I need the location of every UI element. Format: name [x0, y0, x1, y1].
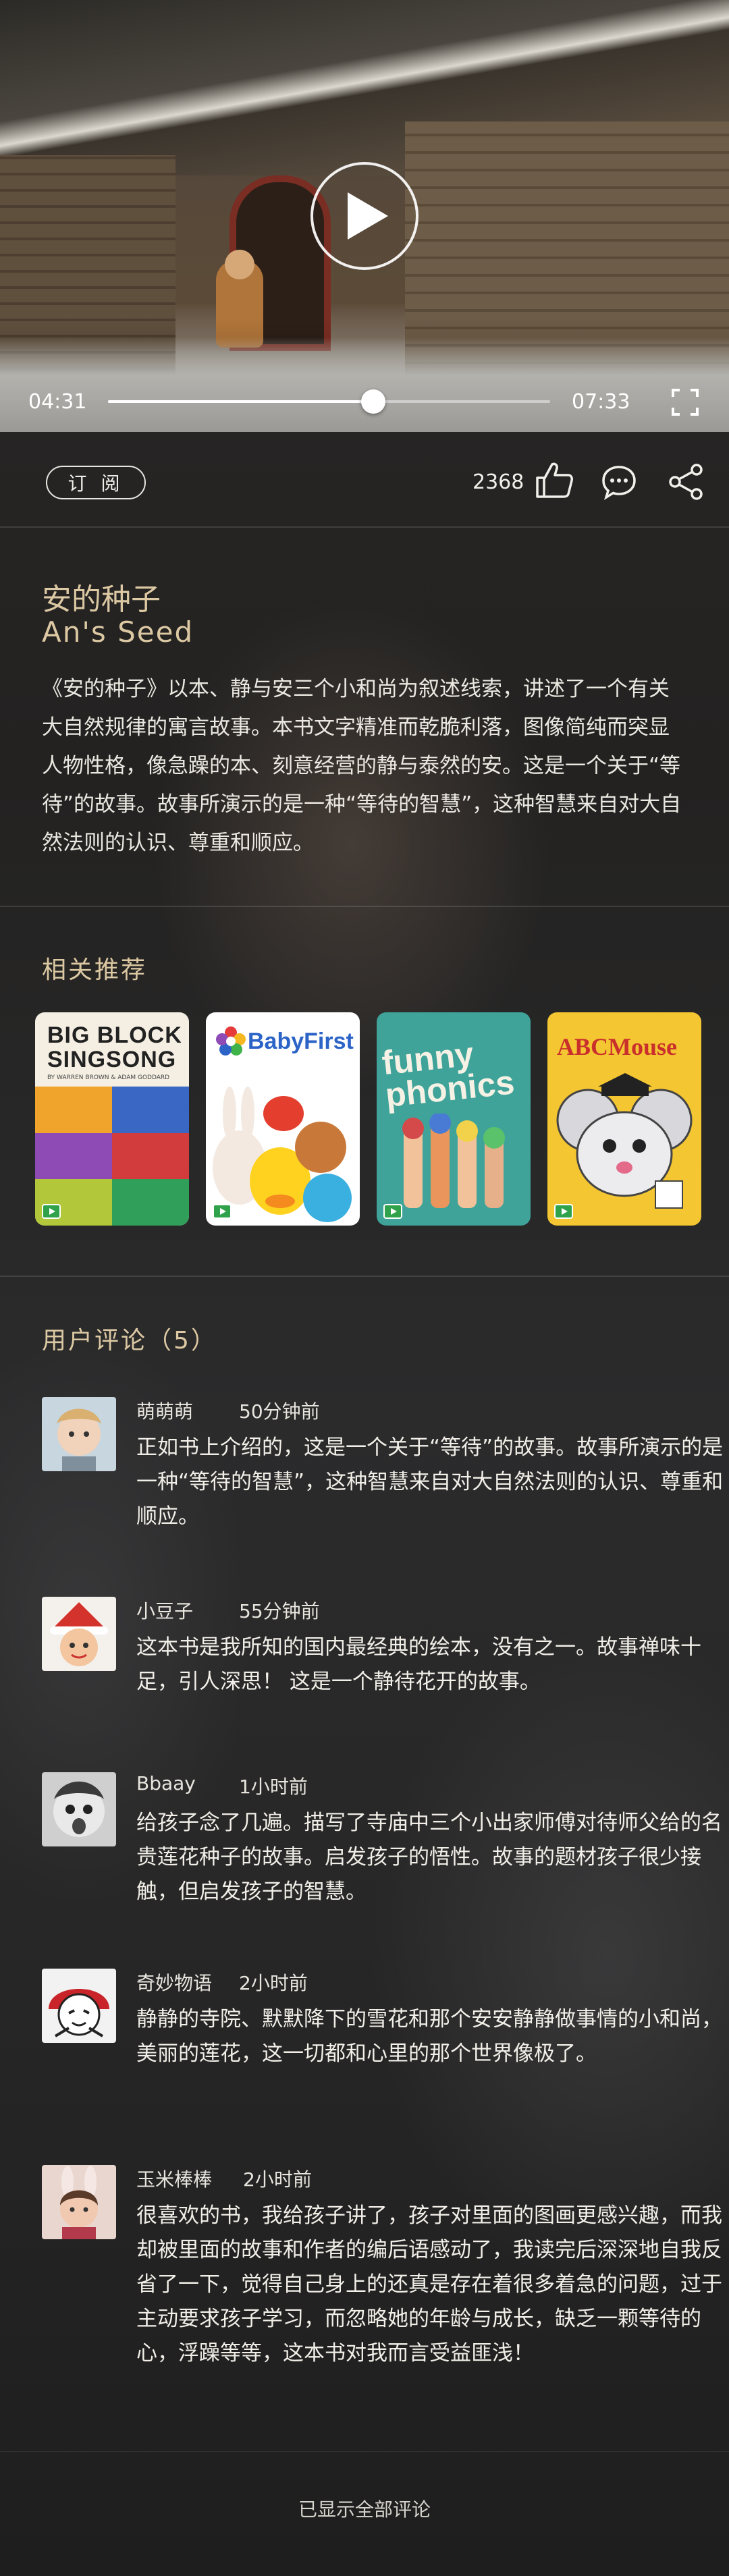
progress-bar[interactable]	[108, 389, 550, 414]
recommendations-title: 相关推荐	[42, 956, 148, 984]
divider	[0, 526, 729, 528]
recommendation-title: funny phonics	[380, 1035, 516, 1115]
recommendation-card[interactable]: funny phonics	[377, 1012, 531, 1226]
video-badge-icon	[213, 1204, 232, 1219]
comment-time: 55分钟前	[239, 1600, 320, 1622]
subscribe-button[interactable]: 订 阅	[46, 466, 146, 499]
avatar[interactable]	[42, 1969, 116, 2043]
thumbs-up-icon[interactable]	[533, 459, 575, 501]
recommendation-cover-art	[556, 1073, 693, 1209]
comment-username[interactable]: 萌萌萌	[136, 1397, 193, 1424]
book-title-en: An's Seed	[42, 615, 194, 649]
flower-logo-icon	[216, 1026, 246, 1056]
recommendations-list: BIG BLOCK SINGSONG BY WARREN BROWN & ADA…	[35, 1012, 710, 1226]
play-icon	[348, 192, 388, 240]
book-description: 《安的种子》以本、静与安三个小和尚为叙述线索，讲述了一个有关大自然规律的寓言故事…	[42, 677, 682, 855]
action-bar: 订 阅 2368	[0, 439, 729, 526]
recommendation-subtitle: BY WARREN BROWN & ADAM GODDARD	[47, 1074, 170, 1081]
comment-text: 这本书是我所知的国内最经典的绘本，没有之一。故事禅味十足，引人深思！ 这是一个静…	[136, 1635, 701, 1694]
comment-username[interactable]: 玉米棒棒	[136, 2165, 212, 2192]
comment-username[interactable]: 小豆子	[136, 1597, 193, 1624]
comment-text: 很喜欢的书，我给孩子讲了，孩子对里面的图画更感兴趣，而我却被里面的故事和作者的编…	[136, 2203, 722, 2365]
comment-time: 2小时前	[243, 2168, 312, 2191]
comment-time: 2小时前	[239, 1972, 308, 1994]
duration-time: 07:33	[572, 390, 630, 414]
play-button[interactable]	[310, 162, 418, 270]
avatar[interactable]	[42, 1772, 116, 1846]
video-controls-shade	[0, 317, 729, 432]
comment-text: 静静的寺院、默默降下的雪花和那个安安静静做事情的小和尚，美丽的莲花，这一切都和心…	[136, 2007, 722, 2066]
comment-icon[interactable]	[601, 464, 637, 501]
progress-fill	[108, 400, 373, 403]
recommendation-cover-art	[213, 1087, 352, 1222]
divider	[0, 1276, 729, 1277]
video-badge-icon	[383, 1204, 402, 1219]
divider	[0, 2451, 729, 2452]
recommendation-card[interactable]: BIG BLOCK SINGSONG BY WARREN BROWN & ADA…	[35, 1012, 189, 1226]
recommendation-title: BabyFirst	[248, 1029, 354, 1054]
share-icon[interactable]	[668, 463, 705, 501]
comment-username[interactable]: Bbaay	[136, 1772, 196, 1794]
progress-handle[interactable]	[361, 389, 385, 414]
like-count: 2368	[473, 470, 524, 494]
comment-time: 50分钟前	[239, 1400, 320, 1423]
divider	[0, 906, 729, 907]
fullscreen-icon[interactable]	[672, 389, 699, 416]
video-badge-icon	[554, 1204, 573, 1219]
recommendation-card[interactable]: BabyFirst	[206, 1012, 360, 1226]
video-frame-monk-head	[225, 250, 254, 279]
comment-username[interactable]: 奇妙物语	[136, 1969, 212, 1996]
recommendation-title: BIG BLOCK SINGSONG	[47, 1022, 182, 1072]
comment-text: 正如书上介绍的，这是一个关于“等待”的故事。故事所演示的是一种“等待的智慧”，这…	[136, 1435, 724, 1529]
avatar[interactable]	[42, 1397, 116, 1471]
book-title-cn: 安的种子	[42, 582, 161, 617]
comments-title: 用户评论（5）	[42, 1327, 217, 1354]
avatar[interactable]	[42, 2165, 116, 2239]
avatar[interactable]	[42, 1597, 116, 1671]
recommendation-title: ABCMouse	[557, 1033, 677, 1060]
comment-time: 1小时前	[239, 1776, 308, 1798]
video-badge-icon	[42, 1204, 61, 1219]
current-time: 04:31	[28, 390, 87, 414]
recommendation-card[interactable]: ABCMouse	[547, 1012, 701, 1226]
video-player[interactable]: 04:31 07:33	[0, 0, 729, 432]
all-comments-shown-note: 已显示全部评论	[298, 2498, 431, 2521]
comment-text: 给孩子念了几遍。描写了寺庙中三个小出家师傅对待师父给的名贵莲花种子的故事。启发孩…	[136, 1811, 722, 1904]
